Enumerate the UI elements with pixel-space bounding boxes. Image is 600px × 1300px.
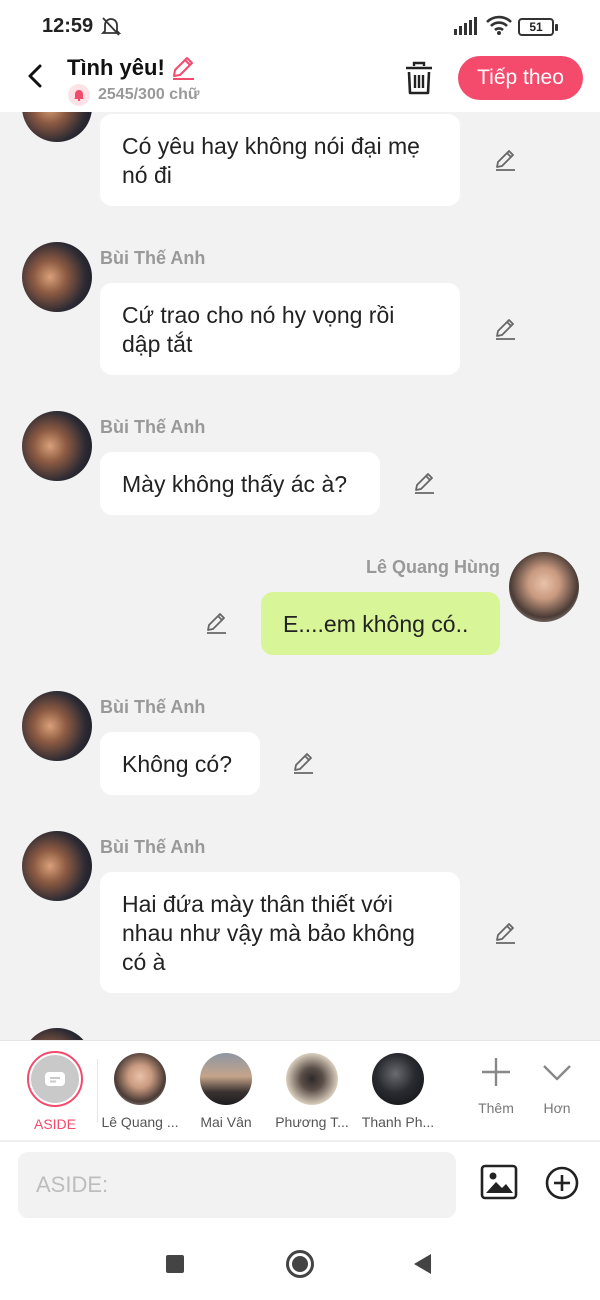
- bell-icon: [68, 84, 90, 106]
- character-item[interactable]: Lê Quang ...: [95, 1051, 185, 1130]
- back-arrow-icon[interactable]: [18, 58, 54, 94]
- status-time: 12:59: [42, 15, 94, 37]
- pencil-icon[interactable]: [492, 147, 518, 173]
- editor-header: Tình yêu! 2545/300 chữ Tiếp theo: [0, 52, 600, 112]
- word-count-row: 2545/300 chữ: [68, 84, 199, 106]
- chat-bubble-icon: [45, 1072, 65, 1086]
- character-label: Mai Vân: [200, 1114, 252, 1130]
- plus-icon: [482, 1058, 510, 1086]
- sender-name: Bùi Thế Anh: [100, 697, 206, 717]
- message-text: Không có?: [122, 751, 232, 777]
- character-bar: ASIDE Lê Quang ... Mai Vân Phương T... T…: [0, 1040, 600, 1140]
- sender-name: Bùi Thế Anh: [100, 248, 206, 268]
- avatar-bui-the-anh[interactable]: [22, 1028, 92, 1040]
- avatar-bui-the-anh[interactable]: [22, 242, 92, 312]
- avatar-bui-the-anh[interactable]: [22, 112, 92, 142]
- trash-icon[interactable]: [402, 60, 436, 96]
- character-label: Thanh Ph...: [361, 1114, 435, 1130]
- sender-name: Bùi Thế Anh: [100, 417, 206, 437]
- message-text: Có yêu hay không nói đại mẹ nó đi: [122, 133, 420, 188]
- wifi-icon: [486, 15, 512, 35]
- image-icon[interactable]: [480, 1164, 518, 1200]
- character-avatar: [114, 1053, 166, 1105]
- signal-icon: [454, 17, 477, 35]
- sender-name: Bùi Thế Anh: [100, 837, 206, 857]
- pencil-icon[interactable]: [203, 610, 229, 636]
- pencil-icon[interactable]: [492, 316, 518, 342]
- add-character-button[interactable]: Thêm: [466, 1055, 526, 1116]
- avatar-bui-the-anh[interactable]: [22, 411, 92, 481]
- battery-indicator: 51: [518, 18, 558, 36]
- next-button[interactable]: Tiếp theo: [458, 56, 583, 100]
- message-bubble[interactable]: Mày không thấy ác à?: [100, 452, 380, 515]
- system-back-button[interactable]: [414, 1254, 431, 1274]
- avatar-bui-the-anh[interactable]: [22, 831, 92, 901]
- message-bubble[interactable]: Có yêu hay không nói đại mẹ nó đi: [100, 114, 460, 206]
- message-text: Mày không thấy ác à?: [122, 471, 348, 497]
- more-label: Hơn: [543, 1100, 571, 1116]
- recents-button[interactable]: [166, 1255, 184, 1273]
- aside-avatar: [27, 1051, 83, 1107]
- character-item[interactable]: Mai Vân: [181, 1051, 271, 1130]
- mute-bell-icon: [100, 17, 122, 36]
- character-avatar: [286, 1053, 338, 1105]
- character-avatar: [372, 1053, 424, 1105]
- pencil-icon[interactable]: [411, 470, 437, 496]
- character-aside[interactable]: ASIDE: [10, 1051, 100, 1132]
- home-button[interactable]: [286, 1250, 314, 1278]
- message-text: Cứ trao cho nó hy vọng rồi dập tắt: [122, 302, 395, 357]
- character-label: Phương T...: [275, 1114, 349, 1130]
- message-bubble-self[interactable]: E....em không có..: [261, 592, 500, 655]
- sender-name: Lê Quang Hùng: [366, 557, 500, 577]
- message-input[interactable]: [18, 1152, 456, 1218]
- input-bar: [0, 1141, 600, 1229]
- chat-area[interactable]: Có yêu hay không nói đại mẹ nó đi Bùi Th…: [0, 112, 600, 1040]
- message-text: Hai đứa mày thân thiết với nhau như vậy …: [122, 891, 415, 975]
- message-bubble[interactable]: Hai đứa mày thân thiết với nhau như vậy …: [100, 872, 460, 993]
- character-avatar: [200, 1053, 252, 1105]
- pencil-icon[interactable]: [169, 54, 197, 82]
- system-nav-bar: [0, 1229, 600, 1300]
- plus-circle-icon[interactable]: [545, 1166, 579, 1200]
- pencil-icon[interactable]: [492, 920, 518, 946]
- more-characters-button[interactable]: Hơn: [527, 1055, 587, 1116]
- message-text: E....em không có..: [283, 611, 469, 637]
- avatar-le-quang-hung[interactable]: [509, 552, 579, 622]
- character-label: Lê Quang ...: [101, 1114, 179, 1130]
- avatar-bui-the-anh[interactable]: [22, 691, 92, 761]
- story-title[interactable]: Tình yêu!: [67, 55, 165, 81]
- title-row: Tình yêu!: [67, 54, 197, 82]
- pencil-icon[interactable]: [290, 750, 316, 776]
- word-count: 2545/300 chữ: [98, 86, 200, 103]
- chevron-down-icon: [543, 1065, 571, 1081]
- add-label: Thêm: [478, 1100, 514, 1116]
- character-item[interactable]: Thanh Ph...: [353, 1051, 443, 1130]
- status-bar: 12:59 51: [0, 0, 600, 52]
- character-label: ASIDE: [33, 1116, 76, 1132]
- message-bubble[interactable]: Cứ trao cho nó hy vọng rồi dập tắt: [100, 283, 460, 375]
- message-bubble[interactable]: Không có?: [100, 732, 260, 795]
- character-item[interactable]: Phương T...: [267, 1051, 357, 1130]
